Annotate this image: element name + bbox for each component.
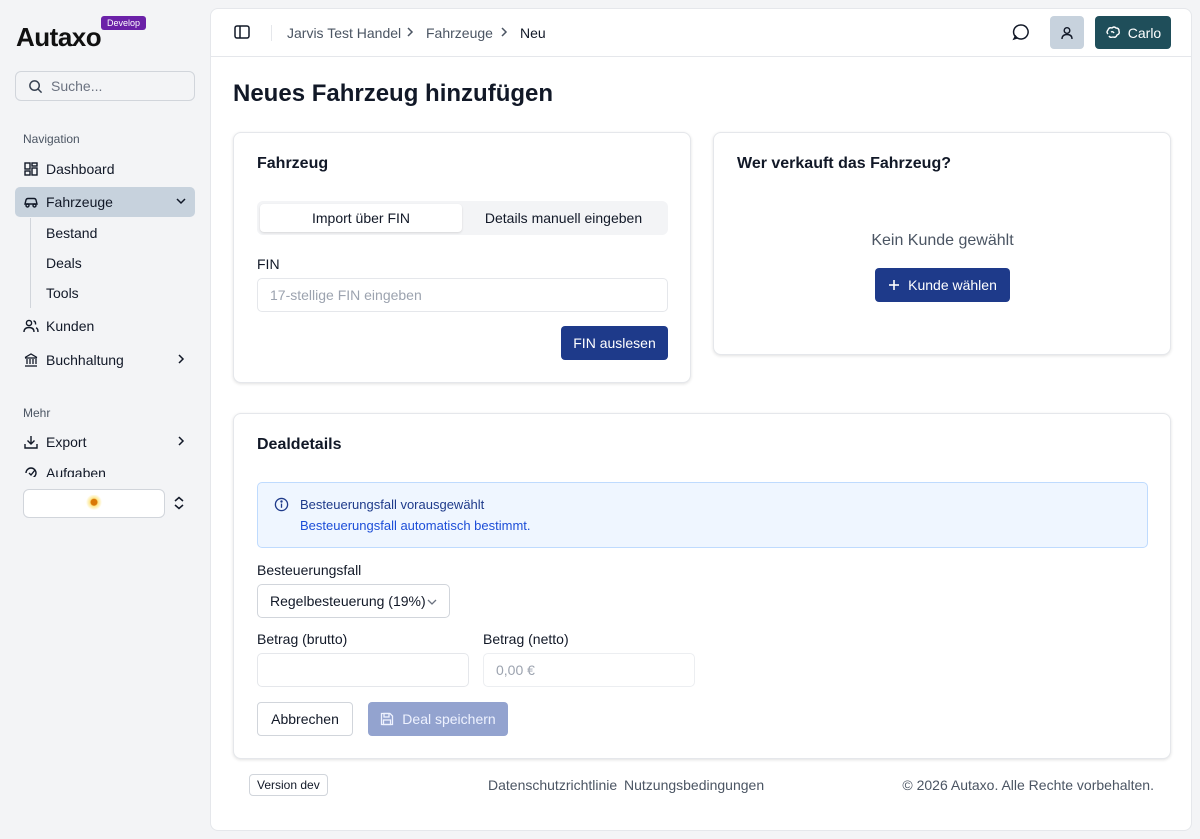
fin-placeholder: 17-stellige FIN eingeben	[270, 287, 422, 303]
sidebar-subitem-deals[interactable]: Deals	[46, 255, 82, 271]
tasks-icon	[23, 465, 39, 477]
net-amount-input: 0,00 €	[483, 653, 695, 687]
deal-card: Dealdetails Besteuerungsfall vorausgewäh…	[233, 413, 1171, 759]
search-placeholder: Suche...	[51, 78, 103, 94]
chat-icon[interactable]	[1011, 22, 1031, 42]
page-title: Neues Fahrzeug hinzufügen	[233, 80, 554, 107]
breadcrumb-item[interactable]: Fahrzeuge	[426, 25, 493, 41]
user-button[interactable]	[1050, 16, 1084, 49]
submenu-divider	[30, 218, 31, 308]
save-deal-button[interactable]: Deal speichern	[368, 702, 508, 736]
fin-input[interactable]: 17-stellige FIN eingeben	[257, 278, 668, 312]
choose-customer-button[interactable]: Kunde wählen	[875, 268, 1010, 302]
account-button[interactable]: Carlo	[1095, 16, 1171, 49]
sidebar-item-label: Fahrzeuge	[46, 194, 113, 210]
empty-customer-text: Kein Kunde gewählt	[871, 232, 1014, 249]
version-badge: Version dev	[249, 774, 328, 796]
sidebar-item-fahrzeuge[interactable]: Fahrzeuge	[15, 187, 195, 217]
tax-info-alert: Besteuerungsfall vorausgewählt Besteueru…	[257, 482, 1148, 548]
car-icon	[23, 194, 39, 210]
gross-amount-label: Betrag (brutto)	[257, 631, 348, 647]
sidebar-subitem-bestand[interactable]: Bestand	[46, 225, 97, 241]
save-icon	[381, 712, 394, 726]
privacy-link[interactable]: Datenschutzrichtlinie	[488, 777, 617, 793]
main-panel: Jarvis Test Handel Fahrzeuge Neu Carlo N…	[210, 8, 1192, 831]
sidebar-toggle-icon[interactable]	[233, 23, 251, 41]
bank-icon	[23, 352, 39, 368]
vehicle-card: Fahrzeug Import über FIN Details manuell…	[233, 132, 691, 383]
nav-section-label: Navigation	[23, 132, 80, 146]
tab-manual-entry[interactable]: Details manuell eingeben	[462, 204, 665, 232]
vehicle-input-tabs: Import über FIN Details manuell eingeben	[257, 201, 668, 235]
user-icon	[1061, 26, 1073, 39]
chevron-right-icon	[178, 354, 185, 364]
choose-customer-label: Kunde wählen	[908, 277, 997, 293]
chevron-down-icon	[427, 599, 437, 605]
tab-import-fin[interactable]: Import über FIN	[260, 204, 462, 232]
sidebar-item-label: Dashboard	[46, 161, 115, 177]
vehicle-card-title: Fahrzeug	[257, 155, 329, 172]
sidebar-item-label: Aufgaben	[46, 465, 106, 477]
fin-label: FIN	[257, 256, 280, 272]
brand-name: Autaxo	[16, 22, 102, 52]
sidebar-item-label: Export	[46, 434, 87, 450]
seller-card-title: Wer verkauft das Fahrzeug?	[737, 155, 951, 172]
chevron-right-icon	[501, 27, 508, 37]
sidebar: Autaxo Develop Suche... Navigation Dashb…	[0, 0, 210, 839]
sidebar-subitem-tools[interactable]: Tools	[46, 285, 79, 301]
users-icon	[23, 318, 39, 334]
chevron-down-icon	[176, 198, 186, 205]
tax-case-value: Regelbesteuerung (19%)	[270, 593, 426, 609]
seller-card: Wer verkauft das Fahrzeug? Kein Kunde ge…	[713, 132, 1171, 355]
breadcrumb-current: Neu	[520, 25, 546, 41]
sidebar-item-kunden[interactable]: Kunden	[15, 311, 195, 341]
brain-icon	[1106, 25, 1120, 38]
organization-selector[interactable]	[23, 489, 165, 518]
fin-read-button[interactable]: FIN auslesen	[561, 326, 668, 360]
sidebar-item-dashboard[interactable]: Dashboard	[15, 154, 195, 184]
sidebar-item-label: Kunden	[46, 318, 95, 334]
info-title: Besteuerungsfall vorausgewählt	[300, 497, 485, 512]
account-name: Carlo	[1127, 24, 1162, 41]
topbar: Jarvis Test Handel Fahrzeuge Neu Carlo	[211, 9, 1191, 57]
gross-amount-input[interactable]	[257, 653, 469, 687]
net-amount-label: Betrag (netto)	[483, 631, 569, 647]
topbar-divider	[271, 25, 272, 41]
env-badge: Develop	[101, 16, 147, 30]
info-icon	[274, 497, 289, 512]
chevron-right-icon	[407, 27, 414, 37]
sidebar-item-label: Buchhaltung	[46, 352, 124, 368]
sidebar-item-aufgaben[interactable]: Aufgaben	[15, 461, 195, 477]
info-text: Besteuerungsfall automatisch bestimmt.	[300, 518, 531, 533]
terms-link[interactable]: Nutzungsbedingungen	[624, 777, 764, 793]
sidebar-item-export[interactable]: Export	[15, 427, 195, 457]
plus-icon	[889, 280, 900, 290]
chevron-up-down-icon[interactable]	[172, 495, 186, 511]
save-deal-label: Deal speichern	[402, 711, 496, 727]
copyright-text: © 2026 Autaxo. Alle Rechte vorbehalten.	[902, 777, 1154, 793]
dashboard-icon	[23, 161, 39, 177]
chevron-right-icon	[178, 436, 185, 446]
organization-logo	[81, 494, 107, 513]
download-icon	[23, 434, 39, 450]
tax-case-label: Besteuerungsfall	[257, 562, 362, 578]
tax-case-select[interactable]: Regelbesteuerung (19%)	[257, 584, 450, 618]
net-amount-placeholder: 0,00 €	[496, 662, 535, 678]
sidebar-item-buchhaltung[interactable]: Buchhaltung	[15, 345, 195, 375]
more-section-label: Mehr	[23, 406, 51, 420]
cancel-button[interactable]: Abbrechen	[257, 702, 353, 736]
deal-card-title: Dealdetails	[257, 436, 342, 453]
breadcrumb-item[interactable]: Jarvis Test Handel	[287, 25, 401, 41]
brand-logo[interactable]: Autaxo Develop	[16, 14, 147, 52]
search-input[interactable]: Suche...	[15, 71, 195, 101]
search-icon	[29, 79, 43, 93]
